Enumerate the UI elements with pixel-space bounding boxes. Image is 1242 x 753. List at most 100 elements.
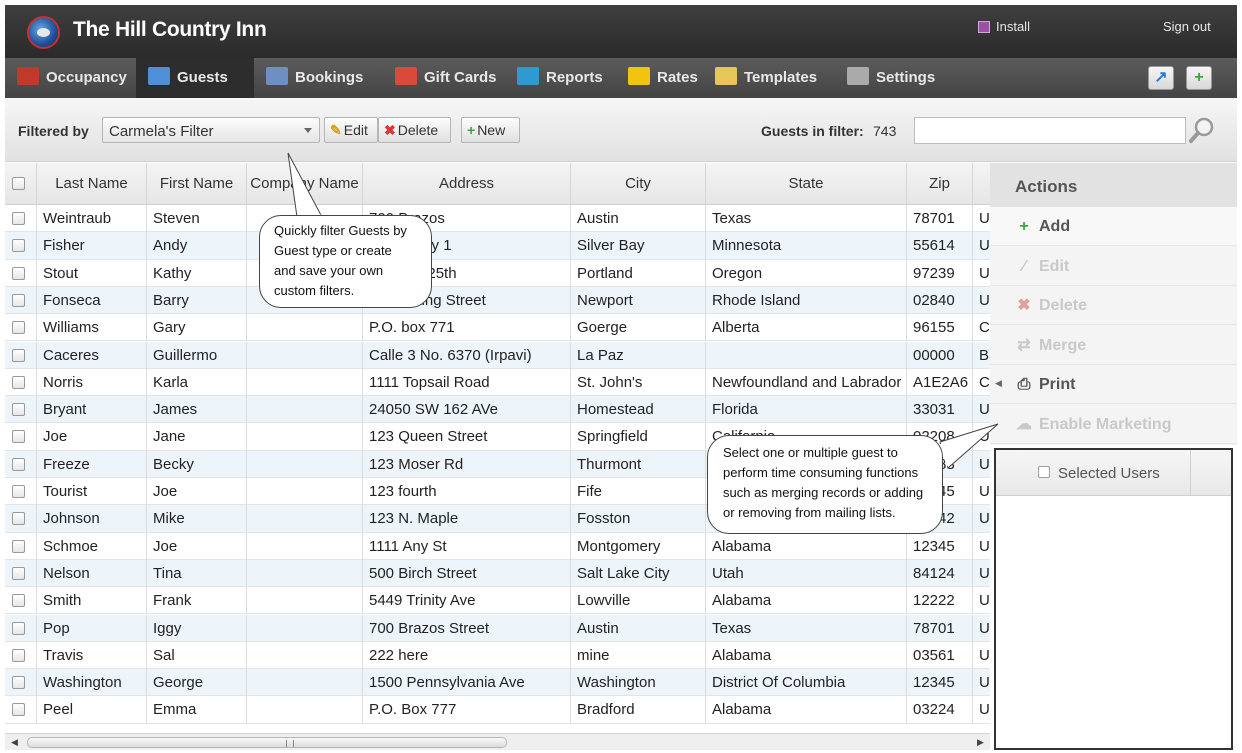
search-input[interactable] [914, 117, 1186, 144]
row-checkbox[interactable] [12, 676, 25, 690]
table-cell: Fosston [571, 505, 706, 533]
table-row[interactable]: Caceres Guillermo Calle 3 No. 6370 (Irpavi… [5, 341, 990, 369]
new-filter-button[interactable]: + New [461, 117, 520, 143]
horizontal-scrollbar[interactable]: ◀ ▶ [5, 733, 990, 750]
action-delete[interactable]: ✖ Delete [990, 286, 1237, 325]
action-add[interactable]: + Add [990, 207, 1237, 246]
export-button[interactable]: ↗ [1148, 66, 1174, 90]
tab-guests[interactable]: Guests [136, 58, 254, 105]
column-header[interactable]: Zip [907, 163, 973, 205]
row-checkbox[interactable] [12, 566, 25, 580]
row-checkbox[interactable] [12, 512, 25, 526]
tab-occupancy[interactable]: Occupancy [5, 58, 136, 98]
row-checkbox[interactable] [12, 703, 25, 717]
row-checkbox[interactable] [12, 375, 25, 389]
table-cell: Alabama [706, 696, 907, 724]
table-cell: U [973, 560, 990, 587]
tab-bookings[interactable]: Bookings [254, 58, 383, 98]
pencil-icon: ✎ [330, 122, 342, 138]
table-cell: 03561 [907, 641, 973, 669]
tab-templates[interactable]: Templates [703, 58, 835, 98]
column-header[interactable]: First Name [147, 163, 247, 205]
column-header[interactable]: State [706, 163, 907, 205]
filter-label: Filtered by [18, 123, 89, 139]
add-button[interactable]: + [1186, 66, 1212, 90]
row-checkbox[interactable] [12, 293, 25, 307]
select-tip-line: perform time consuming functions [723, 465, 919, 480]
table-row[interactable]: Pop Iggy 700 Brazos Street Austin Texas 78701… [5, 614, 990, 642]
table-row[interactable]: WeintraubSteven700 BrazosAustinTexas7870… [5, 205, 990, 233]
tab-rates[interactable]: Rates [616, 58, 703, 98]
collapse-arrow-icon[interactable]: ◀ [995, 378, 1002, 389]
table-cell: Newport [571, 286, 706, 314]
action-merge[interactable]: ⇄ Merge [990, 326, 1237, 365]
row-checkbox[interactable] [12, 648, 25, 662]
table-cell [247, 614, 363, 642]
action-edit[interactable]: ∕ Edit [990, 247, 1237, 286]
table-cell: Austin [571, 205, 706, 232]
row-checkbox-cell [5, 669, 37, 697]
row-checkbox[interactable] [12, 430, 25, 444]
delete-filter-button[interactable]: ✖ Delete [378, 117, 451, 143]
tab-label: Gift Cards [424, 69, 497, 86]
tab-label: Occupancy [46, 69, 127, 86]
tab-settings[interactable]: Settings [835, 58, 945, 98]
table-cell: Minnesota [706, 232, 907, 260]
table-row[interactable]: Bryant James 24050 SW 162 AVe Homestead Flor… [5, 396, 990, 424]
table-cell: 123 fourth [363, 478, 571, 505]
table-cell: Barry [147, 286, 247, 314]
column-header[interactable]: Address [363, 163, 571, 205]
table-cell: 03224 [907, 696, 973, 724]
table-row[interactable]: Williams Gary P.O. box 771 Goerge Alberta 961… [5, 314, 990, 342]
table-cell: Stout [37, 259, 147, 287]
row-checkbox[interactable] [12, 539, 25, 553]
column-header[interactable]: Last Name [37, 163, 147, 205]
column-header[interactable]: City [571, 163, 706, 205]
table-cell: St. John's [571, 368, 706, 396]
action-print[interactable]: ⎙ Print [990, 365, 1237, 404]
app-title: The Hill Country Inn [73, 18, 267, 41]
table-row[interactable]: FisherAndy1 Highway 1Silver BayMinnesota… [5, 232, 990, 260]
scroll-thumb[interactable] [27, 737, 507, 748]
table-row[interactable]: Schmoe Joe 1111 Any St Montgomery Alabama 123… [5, 532, 990, 560]
row-checkbox[interactable] [12, 239, 25, 253]
search-icon[interactable] [1188, 116, 1216, 144]
row-checkbox[interactable] [12, 485, 25, 498]
sign-out-link[interactable]: Sign out [1163, 19, 1211, 34]
table-row[interactable]: Washington George 1500 Pennsylvania Ave Was… [5, 669, 990, 697]
table-cell: Fife [571, 478, 706, 505]
edit-filter-button[interactable]: ✎ Edit [324, 117, 378, 143]
column-header[interactable] [973, 163, 990, 205]
table-row[interactable]: Travis Sal 222 here mine Alabama 03561 U [5, 641, 990, 670]
scroll-left-icon[interactable]: ◀ [11, 737, 18, 748]
row-checkbox-cell [5, 532, 37, 560]
tab-reports[interactable]: Reports [505, 58, 616, 98]
row-checkbox[interactable] [12, 457, 25, 471]
row-checkbox[interactable] [12, 212, 25, 225]
row-checkbox[interactable] [12, 266, 25, 280]
row-checkbox[interactable] [12, 621, 25, 635]
install-link[interactable]: Install [978, 19, 1030, 34]
row-checkbox[interactable] [12, 594, 25, 608]
action-enable-marketing[interactable]: ☁ Enable Marketing [990, 405, 1237, 444]
action-label: Delete [1039, 297, 1088, 314]
table-cell: La Paz [571, 341, 706, 369]
select-all-users-checkbox[interactable] [1038, 466, 1050, 478]
select-all-checkbox[interactable] [12, 177, 25, 190]
row-checkbox[interactable] [12, 321, 25, 335]
action-label: Merge [1039, 336, 1087, 354]
table-row[interactable]: Smith Frank 5449 Trinity Ave Lowville Alabam… [5, 587, 990, 615]
scroll-right-icon[interactable]: ▶ [977, 737, 984, 748]
table-row[interactable]: Peel Emma P.O. Box 777 Bradford Alabama 03224… [5, 696, 990, 724]
table-row[interactable]: Norris Karla 1111 Topsail Road St. John's Ne… [5, 368, 990, 397]
table-row[interactable]: Fonseca Barry 123 Spring Street Newport Rhod… [5, 286, 990, 315]
row-checkbox[interactable] [12, 348, 25, 362]
table-cell: 123 Moser Rd [363, 450, 571, 478]
table-cell: Homestead [571, 396, 706, 424]
table-row[interactable]: StoutKathy123 NW 25thPortlandOregon97239… [5, 259, 990, 287]
filter-tip-line: Guest type or create [274, 243, 392, 258]
table-row[interactable]: Nelson Tina 500 Birch Street Salt Lake City… [5, 559, 990, 588]
row-checkbox[interactable] [12, 403, 25, 417]
tab-gift-cards[interactable]: Gift Cards [383, 58, 505, 98]
filter-select[interactable]: Carmela's Filter [102, 117, 320, 143]
